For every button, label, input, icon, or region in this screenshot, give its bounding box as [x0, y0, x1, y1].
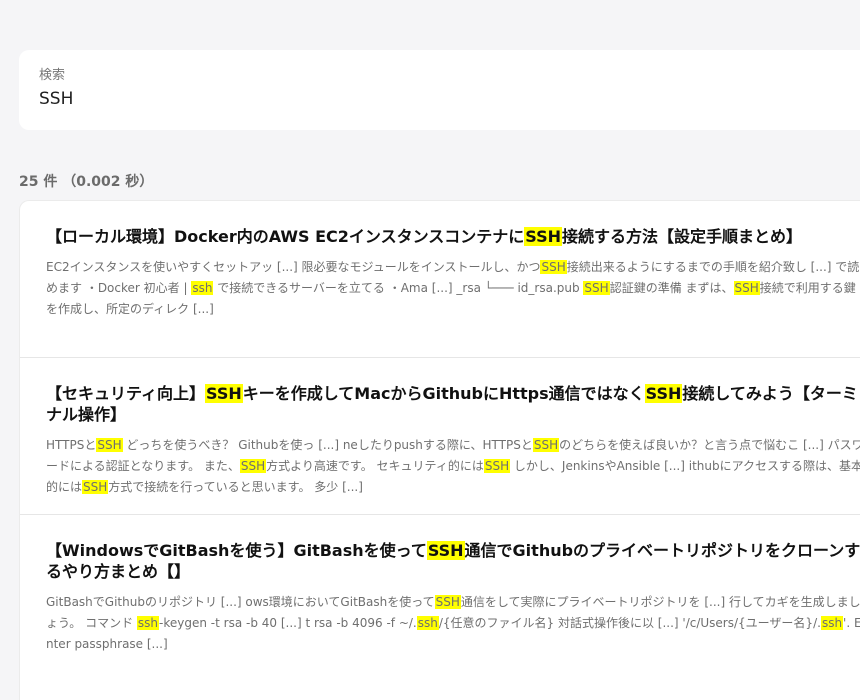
snippet-text: 認証鍵の準備 まずは、 [609, 281, 734, 295]
search-box: 検索 [19, 50, 860, 130]
snippet-highlight: SSH [96, 438, 123, 452]
title-text: 接続する方法【設定手順まとめ】 [562, 227, 803, 246]
snippet-highlight: ssh [191, 281, 214, 295]
title-highlight: SSH [524, 227, 563, 246]
snippet-text: /{任意のファイル名} 対話式操作後に以 [...] '/c/Users/{ユー… [438, 616, 821, 630]
snippet-text: どっちを使うべき？ Githubを使っ [...] neしたりpushする際に、… [122, 438, 533, 452]
result-snippet: GitBashでGithubのリポジトリ [...] ows環境においてGitB… [46, 592, 860, 655]
result-list: 【ローカル環境】Docker内のAWS EC2インスタンスコンテナにSSH接続す… [19, 200, 860, 700]
result-item[interactable]: 【WindowsでGitBashを使う】GitBashを使ってSSH通信でGit… [20, 515, 860, 700]
snippet-highlight: ssh [416, 616, 439, 630]
title-text: 【WindowsでGitBashを使う】GitBashを使って [46, 541, 427, 560]
snippet-text: HTTPSと [46, 438, 97, 452]
title-text: 【ローカル環境】Docker内のAWS EC2インスタンスコンテナに [46, 227, 525, 246]
snippet-text: 方式で接続を行っていると思います。 多少 [...] [108, 480, 363, 494]
snippet-highlight: SSH [532, 438, 560, 452]
title-highlight: SSH [644, 384, 683, 403]
snippet-highlight: SSH [82, 480, 109, 494]
title-text: 【セキュリティ向上】 [46, 384, 206, 403]
snippet-text: EC2インスタンスを使いやすくセットアッ [...] 限必要なモジュールをインス… [46, 260, 541, 274]
result-snippet: EC2インスタンスを使いやすくセットアッ [...] 限必要なモジュールをインス… [46, 257, 860, 320]
result-summary: 25 件 （0.002 秒） [19, 171, 153, 191]
title-highlight: SSH [205, 384, 243, 403]
snippet-highlight: SSH [540, 260, 567, 274]
search-input[interactable] [39, 89, 859, 109]
snippet-text: GitBashでGithubのリポジトリ [...] ows環境においてGitB… [46, 595, 435, 609]
result-snippet: HTTPSとSSH どっちを使うべき？ Githubを使っ [...] neした… [46, 435, 860, 498]
snippet-highlight: ssh [820, 616, 844, 630]
result-item[interactable]: 【セキュリティ向上】SSHキーを作成してMacからGithubにHttps通信で… [20, 358, 860, 515]
snippet-text: -keygen -t rsa -b 40 [...] t rsa -b 4096… [159, 616, 417, 630]
snippet-highlight: SSH [733, 281, 760, 295]
snippet-highlight: SSH [483, 459, 511, 473]
result-title[interactable]: 【WindowsでGitBashを使う】GitBashを使ってSSH通信でGit… [46, 515, 860, 582]
snippet-highlight: SSH [239, 459, 267, 473]
result-title[interactable]: 【ローカル環境】Docker内のAWS EC2インスタンスコンテナにSSH接続す… [46, 201, 860, 247]
title-highlight: SSH [426, 541, 465, 560]
snippet-text: 方式より高速です。 セキュリティ的には [266, 459, 484, 473]
snippet-highlight: SSH [583, 281, 610, 295]
result-title[interactable]: 【セキュリティ向上】SSHキーを作成してMacからGithubにHttps通信で… [46, 358, 860, 425]
snippet-text: で接続できるサーバーを立てる ・Ama [...] _rsa └─── id_r… [213, 281, 584, 295]
search-label: 検索 [39, 68, 66, 83]
result-item[interactable]: 【ローカル環境】Docker内のAWS EC2インスタンスコンテナにSSH接続す… [20, 201, 860, 358]
title-text: キーを作成してMacからGithubにHttps通信ではなく [242, 384, 645, 403]
snippet-highlight: ssh [136, 616, 160, 630]
result-count: 25 件 [19, 174, 58, 190]
search-time: （0.002 秒） [62, 174, 154, 190]
snippet-highlight: SSH [434, 595, 461, 609]
